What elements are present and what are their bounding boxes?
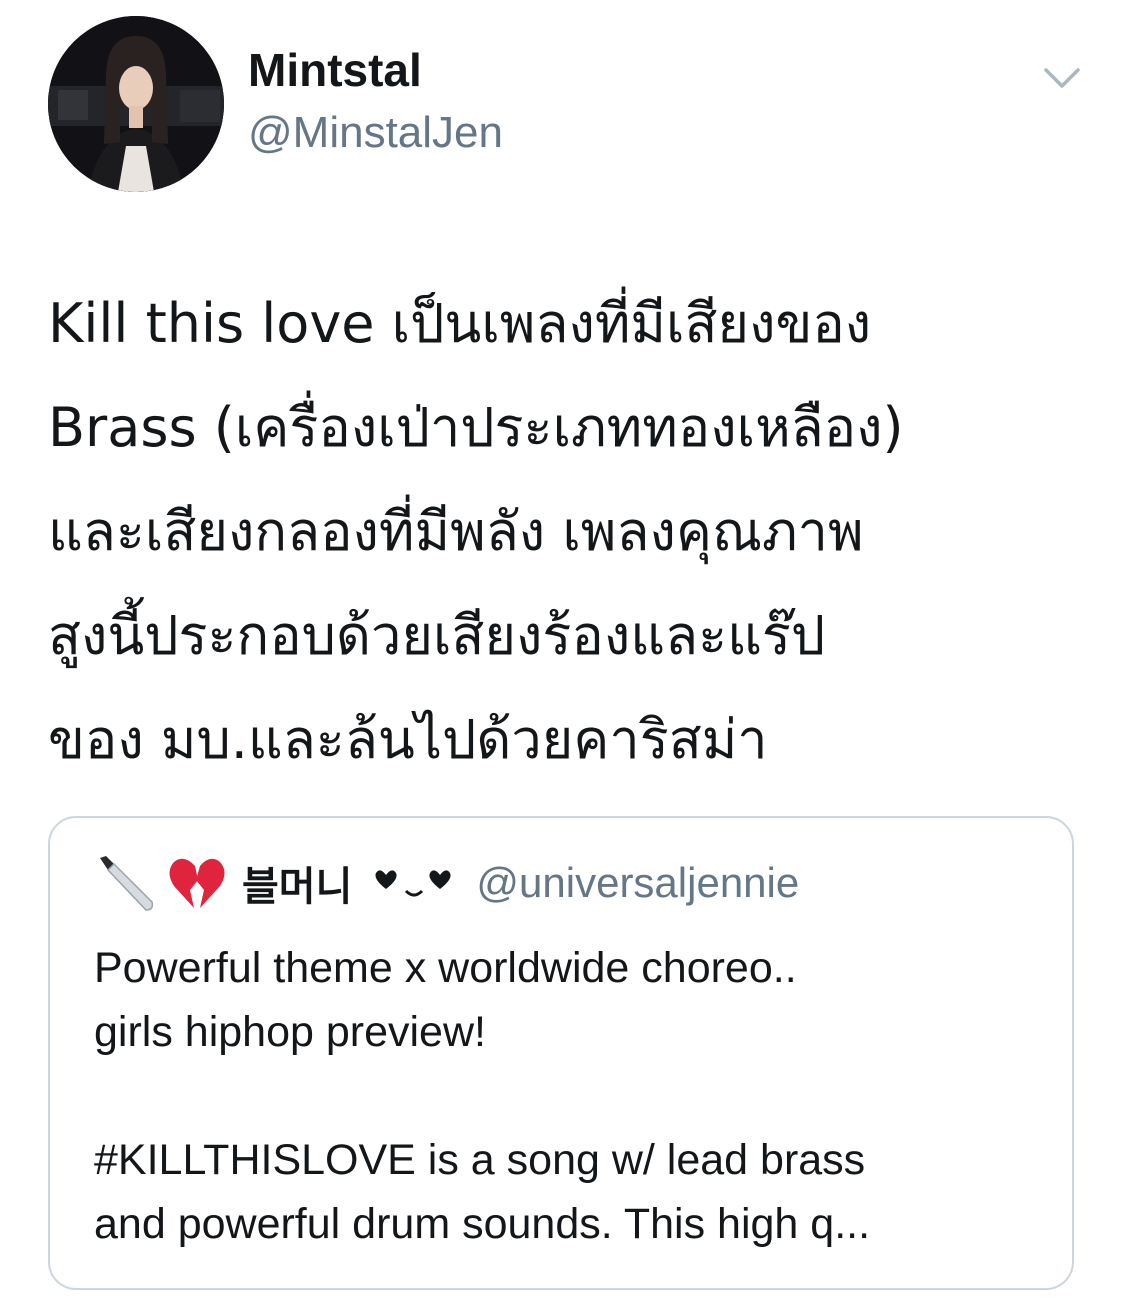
quoted-tweet-text: Powerful theme x worldwide choreo.. girl…: [94, 936, 1034, 1256]
knife-icon: [94, 852, 156, 914]
quoted-text-line: [94, 1064, 1034, 1128]
quoted-text-line: Powerful theme x worldwide choreo..: [94, 944, 797, 992]
tweet-text-line: สูงนี้ประกอบด้วยเสียงร้องและแร๊ป: [48, 604, 826, 667]
quoted-text-line: girls hiphop preview!: [94, 1008, 486, 1056]
avatar[interactable]: [48, 16, 224, 192]
quoted-text-line: and powerful drum sounds. This high q...: [94, 1200, 871, 1248]
kaomoji-hearts-icon: [374, 863, 454, 903]
quoted-tweet-header: 블머니 @universaljennie: [94, 848, 799, 918]
quoted-handle[interactable]: @universaljennie: [476, 859, 799, 907]
tweet-text-line: Brass (เครื่องเป่าประเภททองเหลือง): [48, 396, 904, 459]
broken-heart-icon: [166, 852, 228, 914]
chevron-down-icon[interactable]: [1040, 58, 1084, 98]
tweet-text-line: Kill this love เป็นเพลงที่มีเสียงของ: [48, 292, 872, 355]
quoted-tweet-card[interactable]: 블머니 @universaljennie Powerful theme x wo…: [48, 816, 1074, 1290]
quoted-text-line: #KILLTHISLOVE is a song w/ lead brass: [94, 1136, 866, 1184]
tweet-text: Kill this love เป็นเพลงที่มีเสียงของ Bra…: [48, 272, 1088, 792]
quoted-display-name[interactable]: 블머니: [242, 854, 352, 912]
tweet: Mintstal @MinstalJen Kill this love เป็น…: [0, 0, 1125, 1300]
author-display-name[interactable]: Mintstal: [248, 42, 422, 98]
tweet-text-line: และเสียงกลองที่มีพลัง เพลงคุณภาพ: [48, 500, 864, 563]
tweet-text-line: ของ มบ.และล้นไปด้วยคาริสม่า: [48, 708, 768, 771]
author-handle[interactable]: @MinstalJen: [248, 106, 503, 160]
profile-photo: [48, 16, 224, 192]
